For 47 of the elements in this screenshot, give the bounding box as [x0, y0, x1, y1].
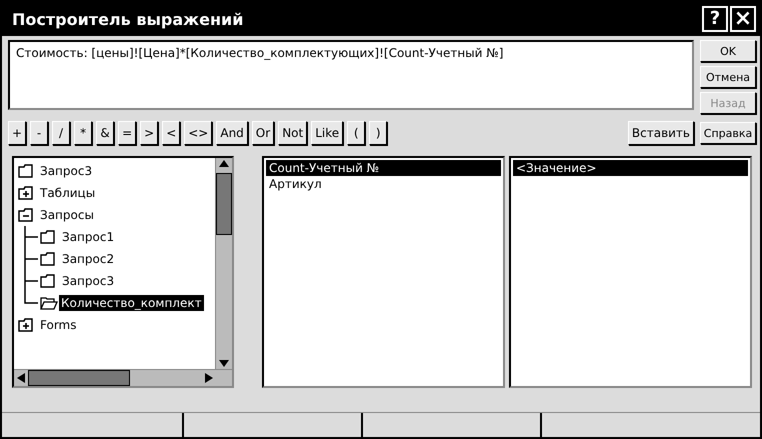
tree-line	[24, 226, 38, 248]
operator-button[interactable]: >	[140, 121, 158, 145]
list-item[interactable]: Count-Учетный №	[266, 160, 501, 176]
operator-button[interactable]: Or	[252, 121, 274, 145]
tree-item[interactable]: Forms	[38, 317, 78, 333]
folder-icon	[18, 164, 34, 178]
operator-button[interactable]: Not	[278, 121, 308, 145]
close-button[interactable]: ×	[730, 6, 756, 32]
tree-item[interactable]: Запрос3	[60, 273, 116, 289]
plus-folder-icon[interactable]	[18, 186, 34, 200]
operator-button[interactable]: And	[216, 121, 248, 145]
window-title: Построитель выражений	[12, 10, 244, 28]
expression-field[interactable]: Стоимость: [цены]![Цена]*[Количество_комплектующих]![Count-Учетный №]	[8, 40, 694, 110]
operator-button[interactable]: <>	[184, 121, 212, 145]
tree-line	[24, 248, 38, 270]
operator-button[interactable]: +	[8, 121, 26, 145]
operator-button[interactable]: *	[74, 121, 92, 145]
operator-button[interactable]: &	[96, 121, 114, 145]
tree-item[interactable]: Таблицы	[38, 185, 98, 201]
tree-item[interactable]: Запрос2	[60, 251, 116, 267]
insert-button[interactable]: Вставить	[628, 121, 694, 145]
minus-folder-icon[interactable]	[18, 208, 34, 222]
dialog-button[interactable]: OK	[700, 40, 756, 62]
dialog-button[interactable]: Справка	[700, 122, 756, 144]
tree-item[interactable]: Количество_комплект	[59, 295, 204, 311]
scroll-up-icon[interactable]	[218, 158, 230, 168]
folder-icon	[40, 252, 56, 266]
tree-item[interactable]: Запрос3	[38, 163, 94, 179]
operator-button[interactable]: Like	[311, 121, 344, 145]
tree-item[interactable]: Запросы	[38, 207, 96, 223]
operator-button[interactable]: /	[52, 121, 70, 145]
vertical-scrollbar[interactable]	[215, 158, 232, 369]
operator-button[interactable]: -	[30, 121, 48, 145]
help-button[interactable]: ?	[702, 6, 728, 32]
operator-button[interactable]: (	[347, 121, 366, 145]
list-item[interactable]: Артикул	[266, 176, 501, 192]
folder-icon	[40, 230, 56, 244]
horizontal-scrollbar[interactable]	[14, 369, 232, 386]
operator-button[interactable]: )	[369, 121, 388, 145]
list-item[interactable]: <Значение>	[513, 160, 748, 176]
operator-button[interactable]: =	[118, 121, 136, 145]
plus-folder-icon[interactable]	[18, 318, 34, 332]
operator-button[interactable]: <	[162, 121, 180, 145]
open-folder-icon	[40, 296, 58, 310]
tree-item[interactable]: Запрос1	[60, 229, 116, 245]
folder-icon	[40, 274, 56, 288]
dialog-button[interactable]: Отмена	[700, 66, 756, 88]
